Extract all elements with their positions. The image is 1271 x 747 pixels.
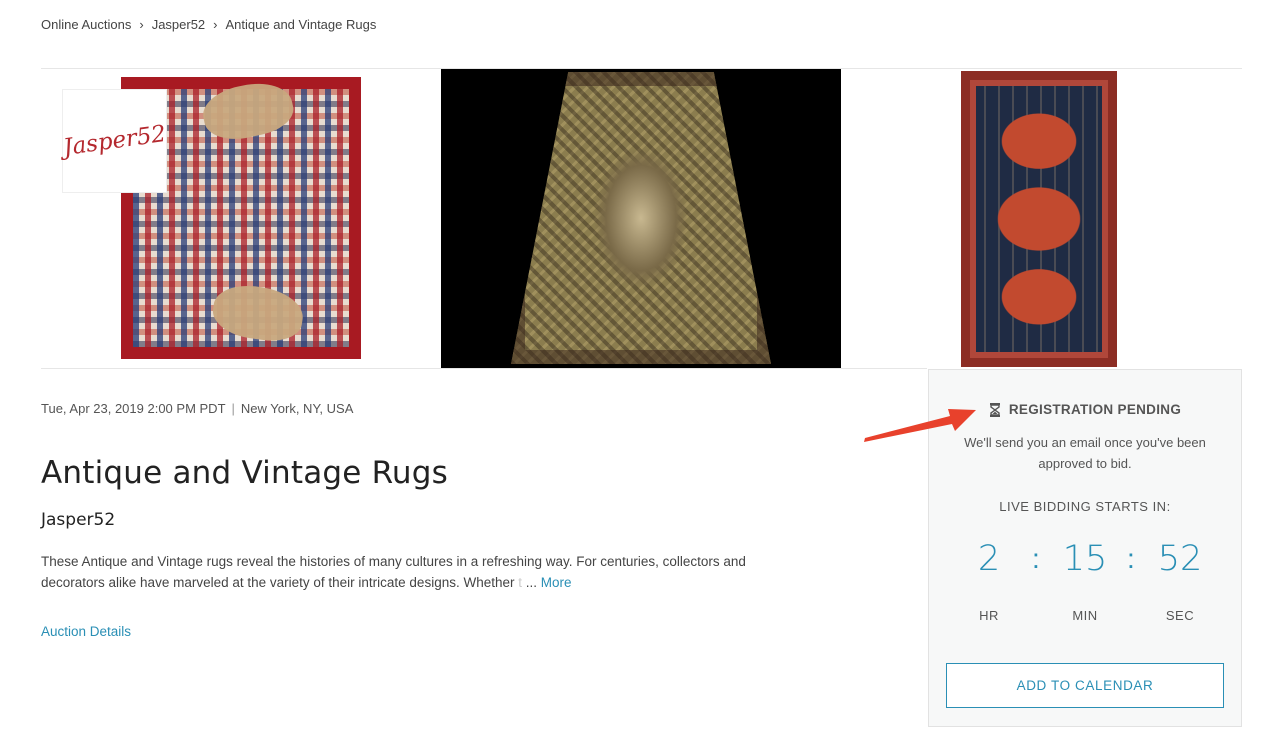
- description-text: These Antique and Vintage rugs reveal th…: [41, 554, 746, 590]
- page-title: Antique and Vintage Rugs: [41, 455, 449, 491]
- auction-date: Tue, Apr 23, 2019 2:00 PM PDT: [41, 401, 226, 416]
- gallery-image-persian-rug[interactable]: [441, 69, 841, 368]
- breadcrumb-online-auctions[interactable]: Online Auctions: [41, 17, 131, 32]
- live-bidding-label: LIVE BIDDING STARTS IN:: [999, 499, 1171, 514]
- countdown-seconds: 52: [1157, 539, 1203, 579]
- annotation-arrow: [864, 409, 976, 442]
- breadcrumb-separator: ›: [139, 17, 144, 32]
- auction-location: New York, NY, USA: [240, 401, 354, 416]
- breadcrumb-jasper52[interactable]: Jasper52: [152, 17, 205, 32]
- auction-details-link[interactable]: Auction Details: [41, 624, 131, 639]
- countdown-colon: :: [1127, 543, 1135, 574]
- auction-description: These Antique and Vintage rugs reveal th…: [41, 551, 761, 593]
- auction-date-location: Tue, Apr 23, 2019 2:00 PM PDT | New York, …: [41, 401, 353, 416]
- add-to-calendar-button[interactable]: ADD TO CALENDAR: [946, 663, 1224, 708]
- breadcrumb-current-page[interactable]: Antique and Vintage Rugs: [226, 17, 377, 32]
- seller-name[interactable]: Jasper52: [41, 510, 115, 530]
- countdown-hours: 2: [977, 539, 1001, 579]
- countdown-colon: :: [1032, 543, 1040, 574]
- caucasian-rug-image: [961, 71, 1117, 367]
- meta-separator: |: [231, 401, 235, 416]
- breadcrumb: Online Auctions › Jasper52 › Antique and…: [41, 17, 376, 32]
- registration-status-text: REGISTRATION PENDING: [1008, 402, 1182, 417]
- approval-note: We'll send you an email once you've been…: [964, 435, 1206, 471]
- gallery-bottom-divider: [41, 368, 927, 369]
- countdown-timer: 2 : 15 : 52: [929, 539, 1241, 579]
- countdown-hours-label: HR: [979, 608, 999, 623]
- description-ellipsis: ...: [522, 575, 541, 590]
- image-gallery[interactable]: Jasper52: [41, 69, 1242, 368]
- seller-logo-text: Jasper52: [61, 120, 168, 162]
- countdown-minutes-label: MIN: [1072, 608, 1098, 623]
- seller-logo[interactable]: Jasper52: [62, 89, 167, 193]
- breadcrumb-separator: ›: [213, 17, 218, 32]
- countdown-seconds-label: SEC: [1165, 608, 1195, 623]
- more-link[interactable]: More: [541, 575, 572, 590]
- countdown-minutes: 15: [1062, 539, 1108, 579]
- gallery-image-patchwork-rug[interactable]: Jasper52: [41, 69, 441, 368]
- hourglass-icon: [989, 402, 1001, 417]
- gallery-image-caucasian-rug[interactable]: [841, 69, 1242, 368]
